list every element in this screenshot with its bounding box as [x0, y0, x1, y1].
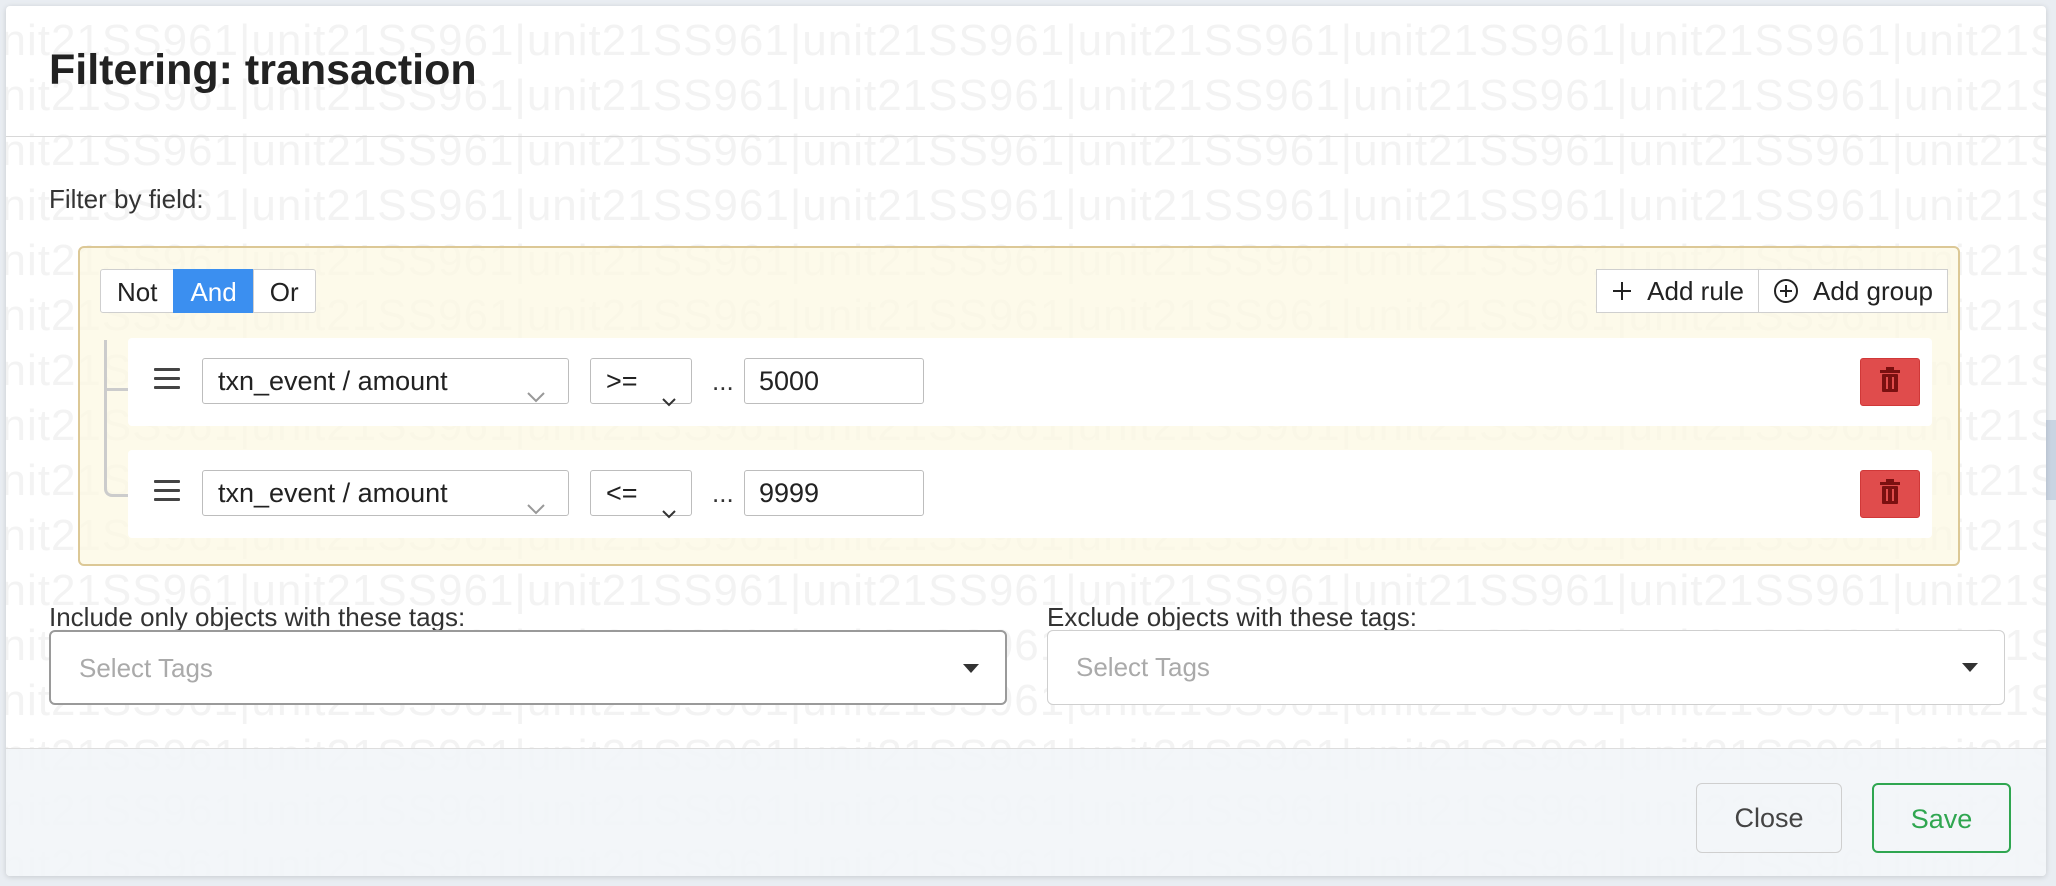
operator-select-value: <=: [606, 478, 638, 508]
rule-group: Not And Or Add rule Add group txn_event …: [78, 246, 1960, 566]
watermark-line: unit21SS961|unit21SS961|unit21SS961|unit…: [6, 181, 2046, 230]
drag-handle-icon[interactable]: [154, 480, 180, 504]
modal-header: Filtering: transaction: [6, 6, 2046, 137]
caret-down-icon: [1962, 663, 1978, 672]
operator-select-value: >=: [606, 366, 638, 396]
plus-circle-icon: [1773, 278, 1799, 304]
conjunction-group: Not And Or: [100, 269, 316, 313]
chevron-down-icon: [526, 485, 546, 529]
field-select-value: txn_event / amount: [218, 366, 448, 396]
modal-footer: Close Save: [6, 748, 2046, 876]
value-input[interactable]: [744, 358, 924, 404]
drag-handle-icon[interactable]: [154, 368, 180, 392]
add-group-button[interactable]: Add group: [1758, 269, 1948, 313]
include-tags-label: Include only objects with these tags:: [49, 602, 466, 632]
field-select[interactable]: txn_event / amount: [202, 470, 569, 516]
operator-select[interactable]: >=: [590, 358, 692, 407]
save-button[interactable]: Save: [1872, 783, 2011, 853]
delete-rule-button[interactable]: [1860, 358, 1920, 406]
add-group-label: Add group: [1813, 276, 1933, 306]
backdrop-edge: [2046, 420, 2056, 500]
add-rule-button[interactable]: Add rule: [1596, 269, 1760, 313]
value-ellipsis: ...: [712, 478, 734, 508]
modal-title: Filtering: transaction: [49, 46, 477, 94]
exclude-tags-placeholder: Select Tags: [1076, 652, 1210, 682]
include-tags-select[interactable]: Select Tags: [49, 630, 1007, 705]
value-ellipsis: ...: [712, 366, 734, 396]
filter-modal: unit21SS961|unit21SS961|unit21SS961|unit…: [6, 6, 2046, 876]
caret-down-icon: [963, 664, 979, 673]
close-button[interactable]: Close: [1696, 783, 1842, 853]
exclude-tags-label: Exclude objects with these tags:: [1047, 602, 1417, 632]
plus-icon: [1611, 280, 1633, 302]
field-select[interactable]: txn_event / amount: [202, 358, 569, 404]
include-tags-placeholder: Select Tags: [79, 653, 213, 683]
chevron-down-icon: [661, 489, 677, 533]
delete-rule-button[interactable]: [1860, 470, 1920, 518]
value-input[interactable]: [744, 470, 924, 516]
field-select-value: txn_event / amount: [218, 478, 448, 508]
not-button[interactable]: Not: [100, 269, 175, 313]
or-button[interactable]: Or: [252, 269, 316, 313]
chevron-down-icon: [661, 377, 677, 421]
operator-select[interactable]: <=: [590, 470, 692, 519]
chevron-down-icon: [526, 373, 546, 417]
filter-rule: txn_event / amount <= ...: [128, 450, 1932, 538]
filter-by-field-label: Filter by field:: [49, 184, 204, 214]
trash-icon: [1878, 366, 1902, 399]
trash-icon: [1878, 478, 1902, 511]
and-button[interactable]: And: [173, 269, 254, 313]
add-rule-label: Add rule: [1647, 276, 1745, 306]
rule-tree-connector: [107, 388, 128, 391]
filter-rule: txn_event / amount >= ...: [128, 338, 1932, 426]
add-actions: Add rule Add group: [1596, 269, 1948, 313]
rule-tree-connector: [104, 340, 131, 497]
exclude-tags-select[interactable]: Select Tags: [1047, 630, 2005, 705]
